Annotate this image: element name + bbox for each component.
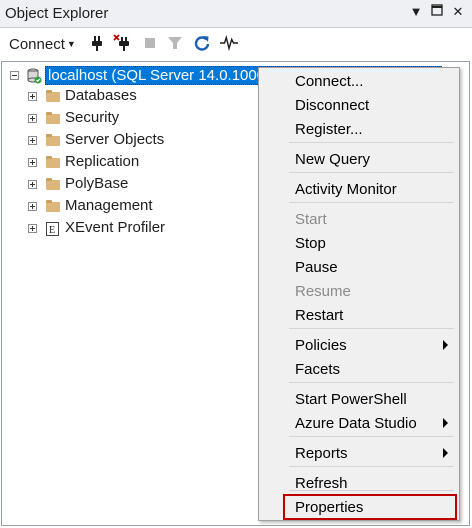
server-label: localhost (SQL Server 14.0.1000 [48, 67, 266, 84]
filter-icon [168, 37, 182, 49]
menu-separator [289, 172, 454, 173]
folder-icon [46, 134, 60, 146]
menu-item-label: Reports [295, 445, 348, 462]
tree-node-label[interactable]: Server Objects [65, 131, 164, 148]
menu-item-disconnect[interactable]: Disconnect [260, 95, 458, 117]
properties-highlight-box [283, 494, 457, 520]
folder-icon [46, 112, 60, 124]
menu-item-stop[interactable]: Stop [260, 233, 458, 255]
stop-icon [145, 38, 155, 48]
expand-toggle-icon[interactable] [28, 224, 37, 233]
menu-separator [289, 382, 454, 383]
submenu-arrow-icon [443, 448, 448, 458]
object-explorer-toolbar: Connect ▼ [0, 28, 472, 60]
menu-item-label: Disconnect [295, 97, 370, 114]
folder-icon [46, 90, 60, 102]
menu-item-label: Activity Monitor [295, 181, 397, 198]
menu-item-label: Start [295, 211, 327, 228]
menu-item-label: Restart [295, 307, 344, 324]
menu-item-policies[interactable]: Policies [260, 335, 458, 357]
pin-dropdown-icon[interactable]: ▼ [408, 4, 424, 20]
menu-item-label: Connect... [295, 73, 364, 90]
tree-node-label[interactable]: Databases [65, 87, 137, 104]
menu-item-label: Refresh [295, 475, 348, 492]
submenu-arrow-icon [443, 340, 448, 350]
connect-dropdown-button[interactable]: Connect ▼ [9, 36, 76, 53]
close-icon[interactable]: ✕ [450, 4, 466, 20]
menu-item-start-powershell[interactable]: Start PowerShell [260, 389, 458, 411]
menu-item-refresh[interactable]: Refresh [260, 473, 458, 495]
tree-node-label[interactable]: Replication [65, 153, 139, 170]
menu-item-label: Stop [295, 235, 326, 252]
maximize-icon[interactable] [429, 4, 445, 20]
menu-item-pause[interactable]: Pause [260, 257, 458, 279]
activity-monitor-icon[interactable] [220, 34, 238, 52]
menu-separator [289, 202, 454, 203]
menu-item-azure-data-studio[interactable]: Azure Data Studio [260, 413, 458, 435]
connect-plug-icon[interactable] [88, 34, 106, 52]
menu-item-new-query[interactable]: New Query [260, 149, 458, 171]
chevron-down-icon: ▼ [66, 39, 76, 49]
folder-icon [46, 178, 60, 190]
expand-toggle-icon[interactable] [28, 202, 37, 211]
menu-item-facets[interactable]: Facets [260, 359, 458, 381]
menu-item-label: Pause [295, 259, 338, 276]
menu-item-label: Register... [295, 121, 363, 138]
menu-item-restart[interactable]: Restart [260, 305, 458, 327]
menu-item-connect[interactable]: Connect... [260, 71, 458, 93]
menu-item-label: New Query [295, 151, 371, 168]
tree-node-label[interactable]: XEvent Profiler [65, 219, 165, 236]
database-server-icon [27, 68, 42, 84]
folder-icon [46, 200, 60, 212]
menu-item-register[interactable]: Register... [260, 119, 458, 141]
context-menu: Connect... Disconnect Register... New Query… [258, 67, 460, 521]
collapse-toggle-icon[interactable] [10, 71, 19, 80]
menu-separator [289, 466, 454, 467]
refresh-icon[interactable] [193, 34, 211, 52]
submenu-arrow-icon [443, 418, 448, 428]
xevent-profiler-icon: E [46, 222, 59, 236]
expand-toggle-icon[interactable] [28, 114, 37, 123]
folder-icon [46, 156, 60, 168]
svg-text:E: E [49, 225, 55, 236]
tree-node-label[interactable]: PolyBase [65, 175, 128, 192]
disconnect-plug-icon[interactable] [113, 34, 131, 52]
menu-item-start: Start [260, 209, 458, 231]
menu-separator [289, 328, 454, 329]
tree-node-label[interactable]: Management [65, 197, 153, 214]
object-explorer-titlebar: Object Explorer ▼ ✕ [0, 0, 472, 28]
menu-item-label: Resume [295, 283, 351, 300]
tree-node-label[interactable]: Security [65, 109, 119, 126]
menu-item-label: Start PowerShell [295, 391, 407, 408]
expand-toggle-icon[interactable] [28, 158, 37, 167]
menu-item-reports[interactable]: Reports [260, 443, 458, 465]
expand-toggle-icon[interactable] [28, 136, 37, 145]
menu-item-label: Facets [295, 361, 341, 378]
menu-item-label: Policies [295, 337, 347, 354]
menu-separator [289, 436, 454, 437]
menu-separator [289, 142, 454, 143]
menu-item-activity-monitor[interactable]: Activity Monitor [260, 179, 458, 201]
window-title: Object Explorer [5, 5, 109, 22]
expand-toggle-icon[interactable] [28, 180, 37, 189]
connect-label: Connect [9, 36, 65, 53]
menu-item-label: Azure Data Studio [295, 415, 417, 432]
menu-item-resume: Resume [260, 281, 458, 303]
expand-toggle-icon[interactable] [28, 92, 37, 101]
